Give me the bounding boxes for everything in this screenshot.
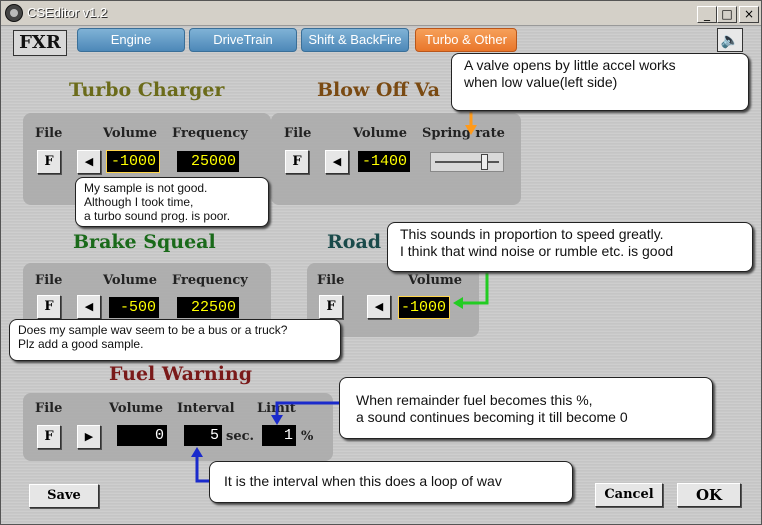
- blue-arrow-interval: [191, 447, 209, 483]
- callout-turbo-line-1: My sample is not good.: [84, 181, 208, 195]
- ok-button[interactable]: OK: [677, 483, 741, 507]
- callout-valve-line-1: A valve opens by little accel works: [464, 57, 676, 73]
- orange-arrow: [465, 109, 477, 135]
- app-window: CSEditor v1.2 _ □ × FXR Engine DriveTrai…: [0, 0, 762, 525]
- callout-fuel-line-2: a sound continues becoming it till becom…: [356, 409, 628, 425]
- callout-valve: A valve opens by little accel works when…: [451, 53, 749, 111]
- callout-valve-line-2: when low value(left side): [464, 74, 618, 90]
- callout-turbo-sample: My sample is not good. Although I took t…: [75, 177, 269, 227]
- blue-arrow-limit: [271, 401, 339, 425]
- callout-road-line-2: I think that wind noise or rumble etc. i…: [400, 243, 674, 259]
- callout-brake-sample: Does my sample wav seem to be a bus or a…: [9, 319, 341, 361]
- callout-brake-line-1: Does my sample wav seem to be a bus or a…: [18, 323, 288, 337]
- callout-road-sound: This sounds in proportion to speed great…: [387, 222, 753, 272]
- save-button[interactable]: Save: [29, 484, 99, 508]
- callout-fuel-line-1: When remainder fuel becomes this %,: [356, 392, 593, 408]
- callout-road-line-1: This sounds in proportion to speed great…: [400, 226, 664, 242]
- callout-turbo-line-3: a turbo sound prog. is poor.: [84, 209, 231, 223]
- cancel-button[interactable]: Cancel: [595, 483, 663, 507]
- callout-interval: It is the interval when this does a loop…: [209, 461, 573, 503]
- callout-turbo-line-2: Although I took time,: [84, 195, 194, 209]
- callout-fuel-limit: When remainder fuel becomes this %, a so…: [339, 377, 713, 439]
- callout-brake-line-2: Plz add a good sample.: [18, 337, 144, 351]
- callout-interval-line-1: It is the interval when this does a loop…: [224, 473, 502, 489]
